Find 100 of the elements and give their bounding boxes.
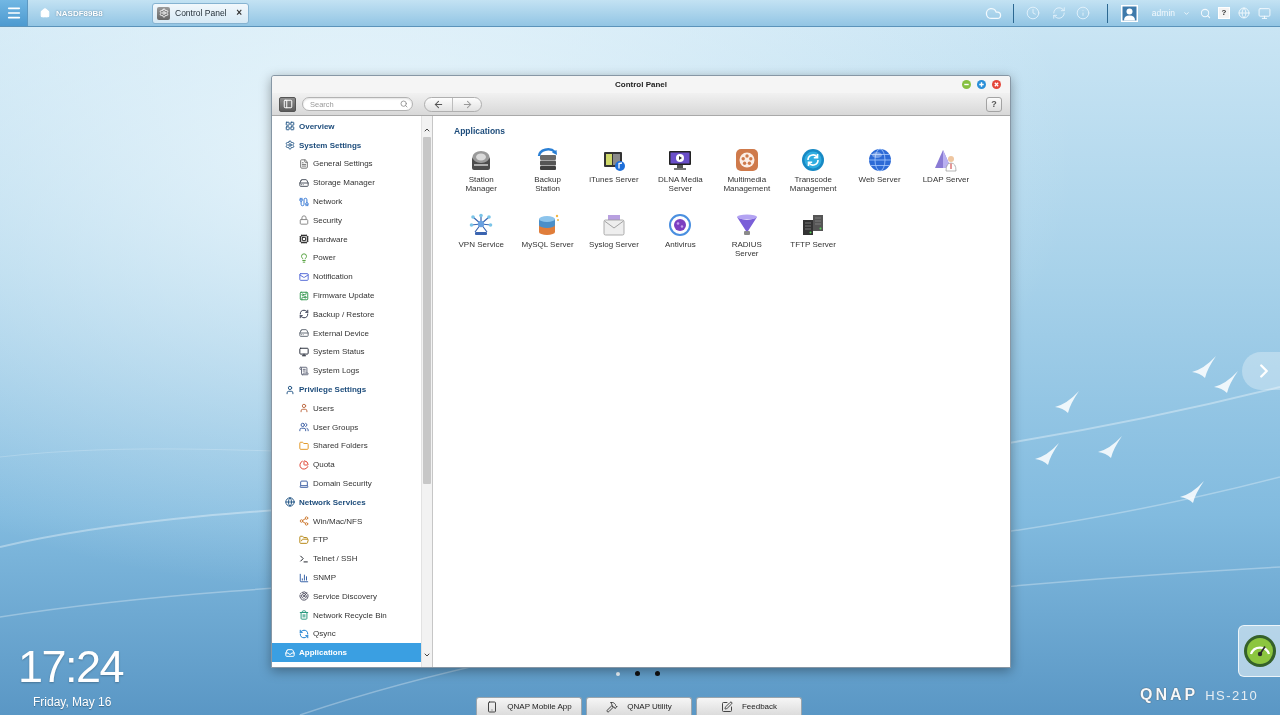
app-launcher[interactable]: iTunes Server [589, 148, 639, 185]
bar-chart-icon [299, 572, 309, 583]
terminal-icon [299, 553, 309, 564]
sidebar-item[interactable]: SNMP [272, 568, 421, 587]
bird-silhouette [1098, 436, 1122, 458]
page-dot[interactable] [655, 671, 660, 676]
sidebar-item[interactable]: Service Discovery [272, 586, 421, 606]
close-tab-button[interactable]: × [236, 8, 242, 18]
app-launcher[interactable]: Web Server [858, 148, 901, 185]
home-icon [40, 8, 50, 18]
app-launcher[interactable]: LDAP Server [922, 148, 970, 185]
sidebar-item[interactable]: Security [272, 211, 421, 230]
sidebar-item[interactable]: Hardware [272, 229, 421, 249]
app-launcher[interactable]: RADIUS Server [731, 213, 762, 259]
dashboard-button[interactable] [1238, 625, 1280, 677]
sidebar-item[interactable]: Users [272, 398, 421, 418]
monitor-play-icon [668, 148, 693, 172]
app-launcher[interactable]: TFTP Server [790, 213, 836, 250]
sidebar-item[interactable]: Firmware Update [272, 286, 421, 305]
gauge-icon [1242, 634, 1277, 668]
dock-button[interactable]: Feedback [696, 697, 802, 715]
sidebar-item[interactable]: User Groups [272, 417, 421, 437]
sidebar-item[interactable]: Backup / Restore [272, 304, 421, 324]
circular-arrows-icon [801, 148, 826, 172]
folder-icon [299, 440, 309, 451]
sidebar-section[interactable]: Overview [272, 117, 421, 136]
menu-button[interactable] [0, 0, 28, 26]
circular-arrows-icon [299, 309, 309, 320]
sidebar-item[interactable]: Win/Mac/NFS [272, 511, 421, 531]
sidebar-item[interactable]: Shared Folders [272, 436, 421, 456]
person-icon [285, 384, 295, 395]
info-icon [1075, 6, 1090, 20]
section-heading: Applications [453, 126, 506, 136]
avatar-icon [1121, 4, 1139, 22]
envelope-icon [299, 271, 309, 282]
sidebar-item[interactable]: Notification [272, 267, 421, 287]
minimize-button[interactable] [962, 80, 971, 89]
dock-button[interactable]: QNAP Utility [586, 697, 692, 715]
sidebar-item[interactable]: Power [272, 248, 421, 268]
sidebar-item[interactable]: General Settings [272, 154, 421, 174]
dock-button[interactable]: QNAP Mobile App [476, 697, 582, 715]
page-dot[interactable] [635, 671, 640, 676]
drive-icon [299, 328, 309, 339]
scrollbar[interactable] [421, 116, 432, 667]
minimize-icon [962, 80, 971, 89]
funnel-icon [734, 213, 759, 237]
window-title: Control Panel [615, 80, 667, 89]
sidebar-section[interactable]: System Settings [272, 135, 421, 155]
scrollbar-thumb[interactable] [423, 137, 431, 484]
app-launcher[interactable]: VPN Service [458, 213, 504, 250]
app-launcher[interactable]: Syslog Server [589, 213, 639, 250]
sidebar-item[interactable]: Domain Security [272, 474, 421, 493]
pen-square-icon [720, 700, 733, 713]
person-icon [299, 403, 309, 414]
app-launcher[interactable]: Multimedia Management [723, 148, 771, 194]
brand-logo: QNAP [1140, 686, 1199, 704]
sidebar-item[interactable]: System Logs [272, 361, 421, 381]
sidebar-item[interactable]: Network Recycle Bin [272, 605, 421, 625]
sidebar-item[interactable]: FTP [272, 530, 421, 550]
server-towers-icon [801, 213, 826, 237]
app-launcher[interactable]: Transcode Management [789, 148, 837, 194]
sidebar-item[interactable]: Network [272, 192, 421, 211]
app-launcher[interactable]: Backup Station [534, 148, 561, 194]
app-launcher[interactable]: DLNA Media Server [657, 148, 703, 194]
help-button[interactable]: ? [1218, 7, 1230, 19]
grid-icon [285, 121, 295, 132]
chevron-up-icon [423, 126, 431, 134]
film-reel-icon [734, 148, 759, 172]
sync-arrows-icon [299, 628, 309, 639]
padlock-icon [299, 215, 309, 226]
page-dot[interactable] [616, 671, 620, 676]
app-launcher[interactable]: Station Manager [465, 148, 497, 194]
app-launcher[interactable]: MySQL Server [521, 213, 574, 250]
globe-icon [285, 497, 295, 508]
clock-date: Friday, May 16 [33, 695, 113, 709]
close-button[interactable] [992, 80, 1001, 89]
chip-icon [299, 234, 309, 245]
clock-time: 17:24 [18, 644, 124, 690]
sidebar-toggle-button[interactable] [279, 96, 296, 112]
bird-silhouette [1180, 481, 1204, 503]
sidebar-item[interactable]: External Device [272, 323, 421, 343]
next-desktop-button[interactable] [1242, 352, 1280, 390]
sidebar-item[interactable]: Storage Manager [272, 173, 421, 193]
circuit-board-icon [299, 290, 309, 301]
sidebar-section[interactable]: Privilege Settings [272, 380, 421, 399]
sidebar-item[interactable]: System Status [272, 342, 421, 362]
cable-icon [299, 196, 309, 207]
sidebar-item[interactable]: Telnet / SSH [272, 549, 421, 569]
sidebar-section[interactable]: Network Services [272, 492, 421, 512]
taskbar-tab[interactable]: Control Panel × [152, 2, 249, 24]
avatar-button[interactable] [1119, 3, 1140, 23]
envelope-icon [601, 213, 626, 237]
maximize-button[interactable] [977, 80, 986, 89]
sidebar-item[interactable]: Quota [272, 455, 421, 475]
globe-icon [1238, 7, 1250, 19]
sidebar-item[interactable]: Qsync [272, 624, 421, 644]
app-launcher[interactable]: Antivirus [665, 213, 696, 250]
share-nodes-icon [299, 516, 309, 527]
help-button[interactable]: ? [986, 96, 1002, 112]
arrow-left-icon [433, 98, 444, 110]
